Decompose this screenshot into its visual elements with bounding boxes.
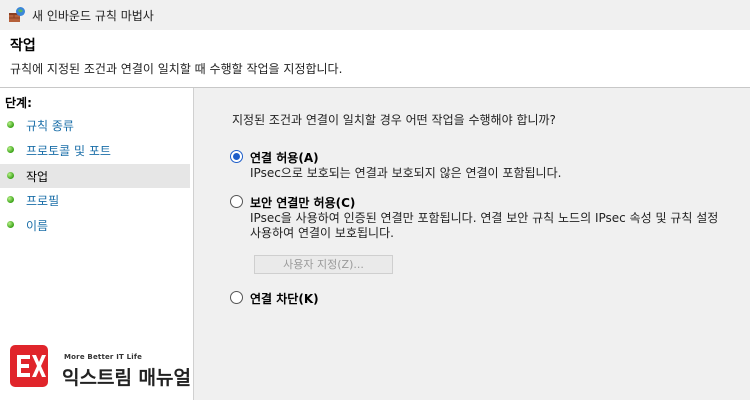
step-status-icon [7,121,14,128]
step-rule-type[interactable]: 규칙 종류 [0,113,190,137]
step-profile[interactable]: 프로필 [0,188,190,212]
title-bar: 새 인바운드 규칙 마법사 [0,0,750,30]
option-description: IPsec으로 보호되는 연결과 보호되지 않은 연결이 포함됩니다. [250,166,562,180]
customize-button[interactable]: 사용자 지정(Z)... [254,255,393,274]
logo-name: 익스트림 매뉴얼 [62,367,191,389]
step-status-icon [7,172,14,179]
steps-label: 단계: [5,96,32,110]
step-label: 프로토콜 및 포트 [26,144,111,158]
step-name[interactable]: 이름 [0,213,190,237]
action-panel: 지정된 조건과 연결이 일치할 경우 어떤 작업을 수행해야 합니까? 연결 허… [194,88,750,400]
option-label[interactable]: 연결 차단(K) [250,290,319,307]
step-status-icon [7,146,14,153]
option-label[interactable]: 연결 허용(A) [250,149,319,166]
page-title: 작업 [10,38,36,54]
step-label: 작업 [26,170,49,184]
firewall-icon [9,7,25,22]
step-status-icon [7,196,14,203]
wizard-header: 작업 규칙에 지정된 조건과 연결이 일치할 때 수행할 작업을 지정합니다. [0,30,750,87]
logo-tagline: More Better IT Life [64,353,143,361]
watermark-logo: More Better IT Life 익스트림 매뉴얼 [10,345,200,391]
option-description: 사용하여 연결이 보호됩니다. [250,226,394,240]
page-description: 규칙에 지정된 조건과 연결이 일치할 때 수행할 작업을 지정합니다. [10,62,343,76]
step-status-icon [7,221,14,228]
step-label: 규칙 종류 [26,119,74,133]
radio-button[interactable] [230,195,243,208]
option-label[interactable]: 보안 연결만 허용(C) [250,194,355,211]
step-action[interactable]: 작업 [0,164,190,188]
action-question: 지정된 조건과 연결이 일치할 경우 어떤 작업을 수행해야 합니까? [232,113,556,127]
radio-button[interactable] [230,291,243,304]
step-protocol-port[interactable]: 프로토콜 및 포트 [0,138,190,162]
step-label: 프로필 [26,194,60,208]
radio-button[interactable] [230,150,243,163]
option-description: IPsec을 사용하여 인증된 연결만 포함됩니다. 연결 보안 규칙 노드의 … [250,211,719,225]
step-label: 이름 [26,219,49,233]
logo-mark-icon [10,345,48,387]
window-title: 새 인바운드 규칙 마법사 [32,9,154,23]
